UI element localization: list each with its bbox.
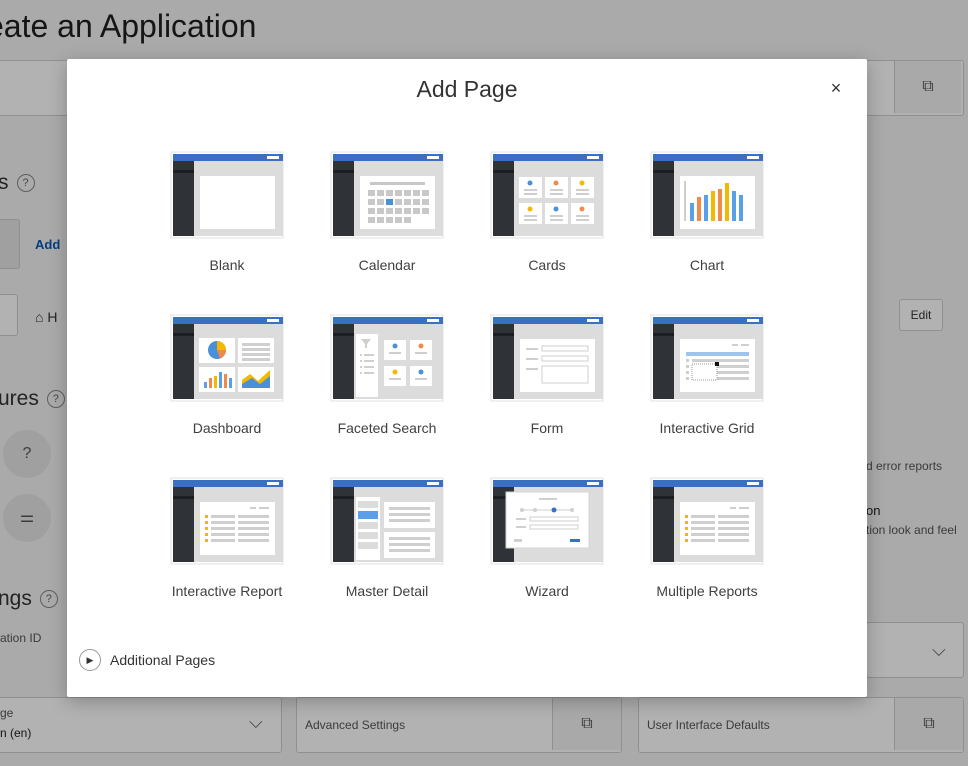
close-icon[interactable]: × (825, 77, 847, 99)
tile-label: Form (530, 420, 564, 436)
blank-page-icon (170, 151, 284, 239)
tile-chart[interactable]: Chart (627, 151, 787, 301)
tile-calendar[interactable]: Calendar (307, 151, 467, 301)
tile-blank[interactable]: Blank (147, 151, 307, 301)
tile-master-detail[interactable]: Master Detail (307, 477, 467, 627)
add-page-dialog: Add Page × Blank Calendar Cards Chart Da… (67, 59, 867, 697)
tile-interactive-grid[interactable]: Interactive Grid (627, 314, 787, 464)
tile-label: Dashboard (192, 420, 262, 436)
tile-multiple-reports[interactable]: Multiple Reports (627, 477, 787, 627)
tile-label: Interactive Grid (659, 420, 755, 436)
tile-cards[interactable]: Cards (467, 151, 627, 301)
master-detail-page-icon (330, 477, 444, 565)
multiple-reports-page-icon (650, 477, 764, 565)
form-page-icon (490, 314, 604, 402)
interactive-report-page-icon (170, 477, 284, 565)
calendar-page-icon (330, 151, 444, 239)
tile-label: Master Detail (345, 583, 429, 599)
tile-label: Multiple Reports (656, 583, 758, 599)
tile-label: Faceted Search (337, 420, 437, 436)
tile-label: Calendar (358, 257, 416, 273)
play-icon: ▶ (79, 649, 101, 671)
additional-pages-label: Additional Pages (110, 652, 216, 668)
tile-interactive-report[interactable]: Interactive Report (147, 477, 307, 627)
tile-wizard[interactable]: Wizard (467, 477, 627, 627)
tile-label: Interactive Report (171, 583, 283, 599)
dashboard-page-icon (170, 314, 284, 402)
tile-label: Wizard (525, 583, 569, 599)
additional-pages-toggle[interactable]: ▶ Additional Pages (79, 649, 215, 671)
wizard-page-icon (490, 477, 604, 565)
tile-dashboard[interactable]: Dashboard (147, 314, 307, 464)
tile-label: Chart (689, 257, 725, 273)
tile-label: Blank (209, 257, 245, 273)
dialog-title: Add Page (416, 76, 518, 102)
tile-label: Cards (528, 257, 566, 273)
cards-page-icon (490, 151, 604, 239)
faceted-search-page-icon (330, 314, 444, 402)
tile-faceted-search[interactable]: Faceted Search (307, 314, 467, 464)
chart-page-icon (650, 151, 764, 239)
interactive-grid-page-icon (650, 314, 764, 402)
tile-form[interactable]: Form (467, 314, 627, 464)
